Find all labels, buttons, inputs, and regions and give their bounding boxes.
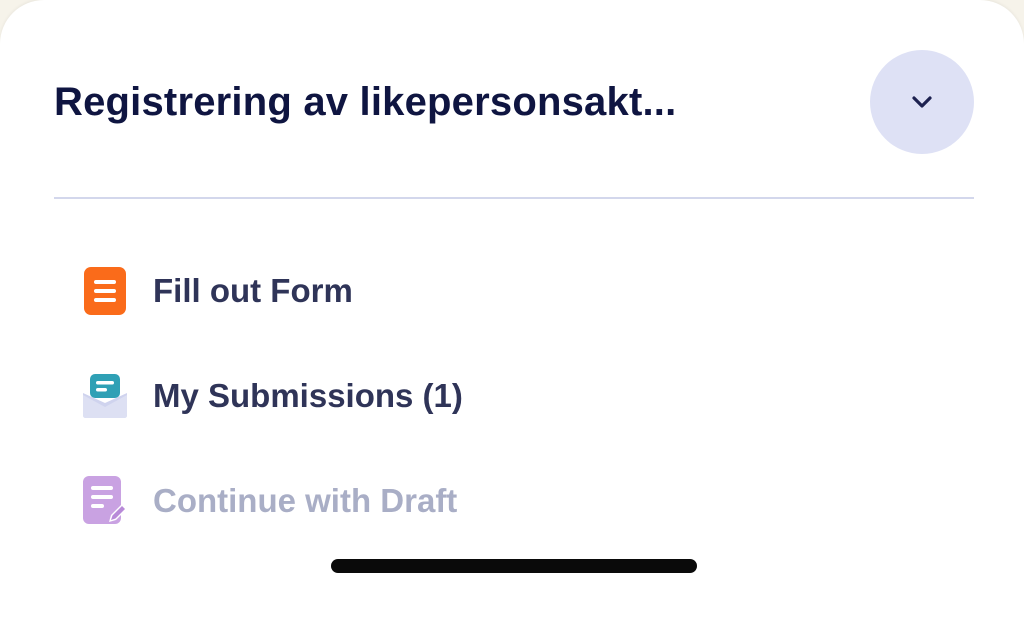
menu-item-my-submissions[interactable]: My Submissions (1)	[82, 343, 942, 448]
collapse-button[interactable]	[870, 50, 974, 154]
menu-item-fill-out-form[interactable]: Fill out Form	[82, 238, 942, 343]
menu-item-label: Continue with Draft	[153, 481, 458, 519]
menu-item-label: My Submissions (1)	[153, 376, 463, 414]
header-divider	[54, 197, 974, 199]
sheet-header: Registrering av likepersonsakt...	[54, 50, 974, 154]
form-actions-menu: Fill out Form My Submissions (1) Continu…	[82, 238, 942, 553]
chevron-down-icon	[912, 96, 932, 108]
menu-item-label: Fill out Form	[153, 271, 353, 309]
submissions-envelope-icon	[82, 371, 128, 421]
home-indicator[interactable]	[331, 559, 697, 573]
form-title: Registrering av likepersonsakt...	[54, 80, 677, 124]
draft-edit-icon	[82, 475, 128, 526]
bottom-sheet: Registrering av likepersonsakt... Fill o…	[0, 0, 1024, 620]
menu-item-continue-with-draft[interactable]: Continue with Draft	[82, 448, 942, 553]
form-icon	[82, 266, 128, 316]
